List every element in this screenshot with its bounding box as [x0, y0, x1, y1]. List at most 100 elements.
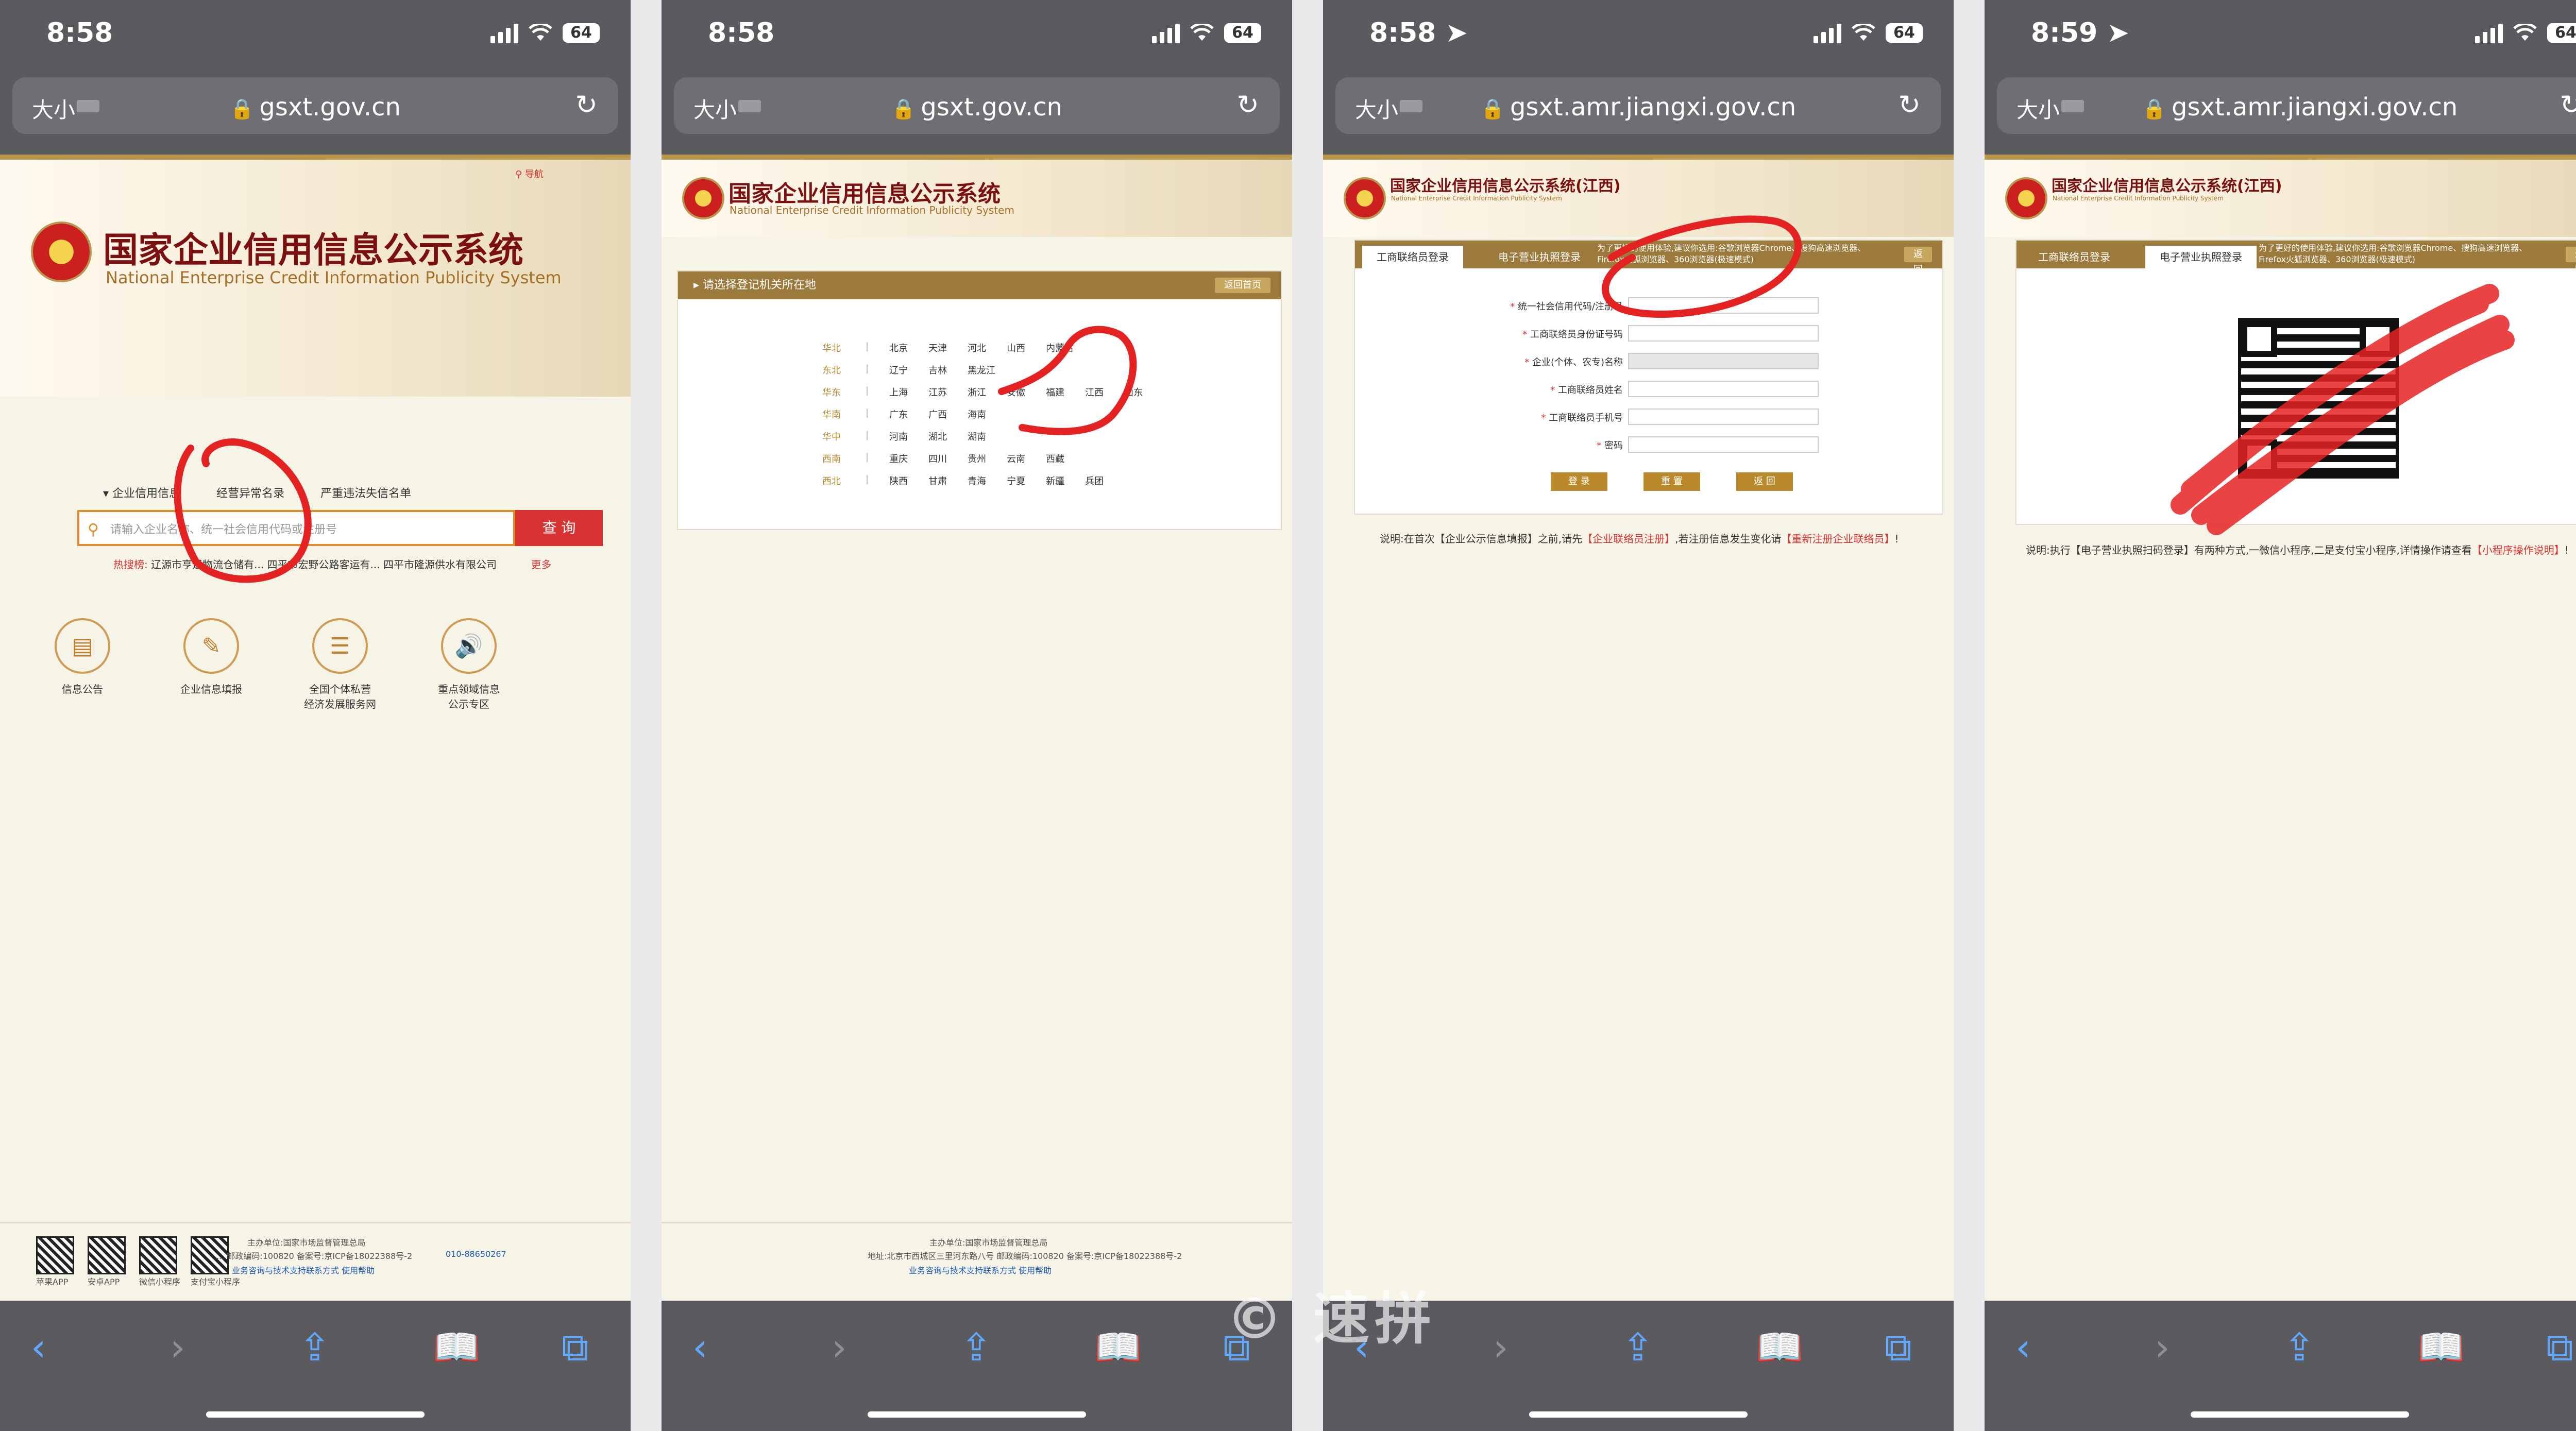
wifi-icon [1190, 22, 1214, 42]
footer-address: ... 邮政编码:100820 备案号:京ICP备18022388号-2 [216, 1251, 413, 1261]
panel-separator [1954, 0, 1985, 1431]
bookmarks-icon[interactable]: 📖 [1094, 1325, 1142, 1370]
url-domain: gsxt.gov.cn [921, 93, 1062, 122]
app-qr-label: 微信小程序 [139, 1277, 181, 1287]
browser-top-bar: 8:58 ➤ 64 大小 🔒 gsxt.amr.jiangxi.gov.cn ↻ [1323, 0, 1954, 155]
site-footer: 主办单位:国家市场监督管理总局地址:北京市西城区三里河东路八号 邮政编码:100… [662, 1222, 1292, 1301]
back-icon[interactable]: ‹ [31, 1325, 46, 1370]
web-page: 国家企业信用信息公示系统(江西) National Enterprise Cred… [1323, 155, 1954, 1301]
web-page: 国家企业信用信息公示系统 National Enterprise Credit I… [662, 155, 1292, 1301]
bookmarks-icon[interactable]: 📖 [2417, 1325, 2465, 1370]
footer-support[interactable]: 业务咨询与技术支持联系方式 使用帮助 [232, 1264, 375, 1276]
cell-signal-icon [490, 23, 518, 43]
url-text[interactable]: 🔒 gsxt.gov.cn [674, 93, 1280, 122]
screenshot-strip: 8:58 64 大小 🔒 gsxt.gov.cn ↻ 国家企业信用信息公示系统 Nationa… [0, 0, 2576, 1431]
wifi-icon [2513, 22, 2537, 42]
browser-bottom-toolbar: ‹ › ⇪ 📖 ⧉ [0, 1301, 631, 1431]
site-footer: 苹果APP 安卓APP 微信小程序 支付宝小程序 主办单位:国家市场监督管理总局 ... … [0, 1222, 631, 1301]
footer-phone: 010-88650267 [446, 1249, 506, 1259]
status-time: 8:59 ➤ [2031, 18, 2130, 48]
app-qr-code [139, 1236, 177, 1274]
red-circle-annotation [998, 326, 1137, 435]
status-time: 8:58 ➤ [1369, 18, 1468, 48]
lock-icon: 🔒 [2142, 97, 2167, 120]
app-qr-code [36, 1236, 74, 1274]
share-icon[interactable]: ⇪ [2283, 1325, 2315, 1370]
battery-icon: 64 [1224, 23, 1261, 43]
panel-separator [1292, 0, 1323, 1431]
footer-host: 主办单位:国家市场监督管理总局 [929, 1238, 1048, 1248]
status-time: 8:58 [46, 18, 113, 48]
back-icon[interactable]: ‹ [692, 1325, 708, 1370]
bookmarks-icon[interactable]: 📖 [1756, 1325, 1803, 1370]
lock-icon: 🔒 [1480, 97, 1505, 120]
forward-icon[interactable]: › [1493, 1325, 1509, 1370]
home-indicator [2191, 1411, 2409, 1418]
url-domain: gsxt.amr.jiangxi.gov.cn [1510, 93, 1797, 122]
address-bar[interactable]: 大小 🔒 gsxt.gov.cn ↻ [674, 77, 1280, 134]
status-icons: 64 [1152, 22, 1261, 43]
browser-bottom-toolbar: ‹ › ⇪ 📖 ⧉ [662, 1301, 1292, 1431]
screenshot-panel: 8:59 ➤ 64 大小 🔒 gsxt.amr.jiangxi.gov.cn ↻ 国家企业信… [1985, 0, 2576, 1431]
url-text[interactable]: 🔒 gsxt.gov.cn [12, 93, 618, 122]
footer-address: 地址:北京市西城区三里河东路八号 邮政编码:100820 备案号:京ICP备18… [868, 1251, 1182, 1261]
forward-icon[interactable]: › [170, 1325, 185, 1370]
url-text[interactable]: 🔒 gsxt.amr.jiangxi.gov.cn [1997, 93, 2576, 122]
red-circle-annotation [174, 438, 312, 583]
reload-icon[interactable]: ↻ [1236, 90, 1259, 121]
browser-bottom-toolbar: ‹ › ⇪ 📖 ⧉ [1985, 1301, 2576, 1431]
app-qr-label: 安卓APP [88, 1277, 120, 1287]
cell-signal-icon [2475, 23, 2503, 43]
share-icon[interactable]: ⇪ [960, 1325, 992, 1370]
address-bar[interactable]: 大小 🔒 gsxt.amr.jiangxi.gov.cn ↻ [1335, 77, 1941, 134]
screenshot-panel: 8:58 64 大小 🔒 gsxt.gov.cn ↻ 国家企业信用信息公示系统 Nationa… [0, 0, 631, 1431]
url-text[interactable]: 🔒 gsxt.amr.jiangxi.gov.cn [1335, 93, 1941, 122]
cell-signal-icon [1814, 23, 1841, 43]
app-qr-label: 苹果APP [36, 1277, 69, 1287]
address-bar[interactable]: 大小 🔒 gsxt.gov.cn ↻ [12, 77, 618, 134]
app-qr-code [88, 1236, 126, 1274]
tabs-icon[interactable]: ⧉ [562, 1325, 589, 1370]
browser-top-bar: 8:58 64 大小 🔒 gsxt.gov.cn ↻ [0, 0, 631, 155]
wifi-icon [529, 22, 552, 42]
screenshot-panel: 8:58 ➤ 64 大小 🔒 gsxt.amr.jiangxi.gov.cn ↻ 国家企业信… [1323, 0, 1954, 1431]
tabs-icon[interactable]: ⧉ [2546, 1325, 2573, 1370]
home-indicator [868, 1411, 1086, 1418]
forward-icon[interactable]: › [832, 1325, 847, 1370]
back-icon[interactable]: ‹ [2015, 1325, 2031, 1370]
red-scribble-annotation [2171, 284, 2515, 535]
share-icon[interactable]: ⇪ [299, 1325, 331, 1370]
bookmarks-icon[interactable]: 📖 [433, 1325, 480, 1370]
home-indicator [206, 1411, 425, 1418]
battery-icon: 64 [563, 23, 600, 43]
lock-icon: 🔒 [891, 97, 916, 120]
battery-icon: 64 [2547, 23, 2576, 43]
lock-icon: 🔒 [230, 97, 255, 120]
address-bar[interactable]: 大小 🔒 gsxt.amr.jiangxi.gov.cn ↻ [1997, 77, 2576, 134]
url-domain: gsxt.gov.cn [259, 93, 401, 122]
cell-signal-icon [1152, 23, 1180, 43]
browser-top-bar: 8:59 ➤ 64 大小 🔒 gsxt.amr.jiangxi.gov.cn ↻ [1985, 0, 2576, 155]
url-domain: gsxt.amr.jiangxi.gov.cn [2172, 93, 2458, 122]
web-page: 国家企业信用信息公示系统 National Enterprise Credit I… [0, 155, 631, 1301]
note-text: ! [2564, 544, 2569, 556]
status-icons: 64 [2475, 22, 2576, 43]
tabs-icon[interactable]: ⧉ [1885, 1325, 1912, 1370]
reload-icon[interactable]: ↻ [2560, 90, 2576, 121]
screenshot-panel: 8:58 64 大小 🔒 gsxt.gov.cn ↻ 国家企业信用信息公示系统 Nationa… [662, 0, 1292, 1431]
reload-icon[interactable]: ↻ [1898, 90, 1921, 121]
red-circle-annotation [1602, 215, 1802, 318]
note-text: 说明:执行【电子营业执照扫码登录】有两种方式,一微信小程序,二是支付宝小程序,详… [2026, 544, 2472, 556]
battery-icon: 64 [1886, 23, 1923, 43]
footer-host: 主办单位:国家市场监督管理总局 [247, 1238, 366, 1248]
web-page: 国家企业信用信息公示系统(江西) National Enterprise Cred… [1985, 155, 2576, 1301]
share-icon[interactable]: ⇪ [1622, 1325, 1654, 1370]
forward-icon[interactable]: › [2155, 1325, 2170, 1370]
mini-program-guide-link[interactable]: 【小程序操作说明】 [2472, 544, 2565, 556]
home-indicator [1529, 1411, 1748, 1418]
status-time: 8:58 [708, 18, 775, 48]
reload-icon[interactable]: ↻ [575, 90, 598, 121]
watermark: © 速拼 [1226, 1286, 1437, 1352]
footer-support[interactable]: 业务咨询与技术支持联系方式 使用帮助 [909, 1264, 1052, 1276]
status-icons: 64 [1814, 22, 1923, 43]
